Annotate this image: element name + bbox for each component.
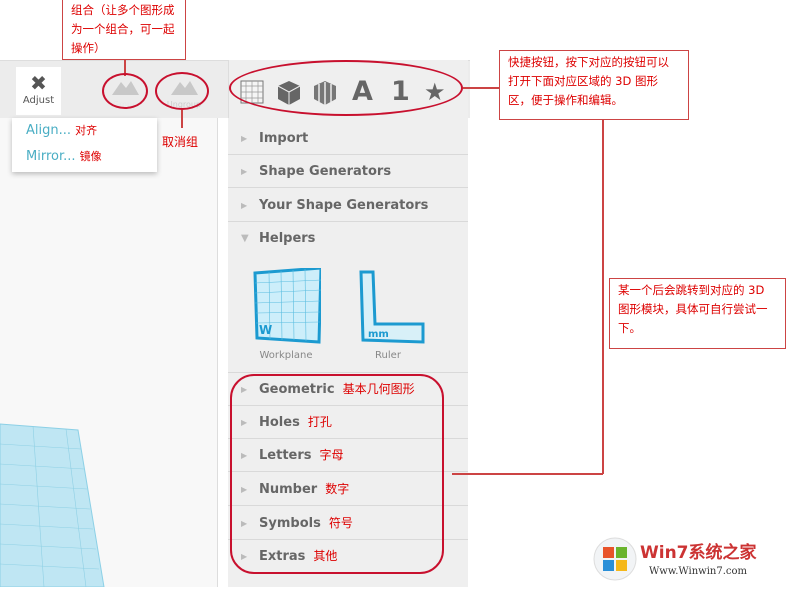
annotation-categories: 某一个后会跳转到对应的 3D 图形模块，具体可自行尝试一下。 [609, 278, 786, 349]
section-import[interactable]: ▶ Import [228, 122, 468, 155]
menu-item-align[interactable]: Align... 对齐 [26, 122, 97, 138]
windows-logo-icon [593, 537, 637, 581]
ruler-helper-icon: mm [359, 270, 425, 344]
highlight-ungroup [155, 72, 209, 110]
highlight-group [102, 73, 148, 109]
annotation-quickbar: 快捷按钮，按下对应的按钮可以打开下面对应区域的 3D 图形区，便于操作和编辑。 [499, 50, 689, 120]
highlight-categories [230, 374, 444, 574]
workplane-helper-icon: W [253, 266, 323, 344]
watermark-logo: Win7系统之家 Www.Winwin7.com [592, 536, 791, 587]
adjust-menu: Align... 对齐 Mirror... 镜像 [12, 118, 157, 172]
adjust-tools-icon: ✖ [30, 71, 47, 95]
highlight-quickbar [229, 60, 463, 116]
workplane-canvas[interactable] [0, 118, 218, 588]
annotation-ungroup: 取消组 [162, 135, 199, 149]
svg-text:W: W [259, 323, 272, 337]
adjust-button[interactable]: ✖ Adjust [16, 67, 61, 115]
expand-arrow-icon: ▶ [241, 201, 248, 210]
annotation-group: 组合（让多个图形成为一个组合，可一起操作） [62, 0, 186, 60]
collapse-arrow-icon: ▼ [241, 233, 249, 244]
section-shape-generators[interactable]: ▶ Shape Generators [228, 155, 468, 188]
expand-arrow-icon: ▶ [241, 167, 248, 176]
section-helpers[interactable]: ▼ Helpers [228, 222, 468, 255]
helper-ruler[interactable]: mm Ruler [348, 268, 428, 368]
menu-item-mirror[interactable]: Mirror... 镜像 [26, 148, 102, 164]
helper-workplane[interactable]: W Workplane [248, 266, 324, 368]
workplane-grid [0, 423, 105, 588]
expand-arrow-icon: ▶ [241, 134, 248, 143]
svg-text:mm: mm [368, 329, 389, 340]
section-your-shape-generators[interactable]: ▶ Your Shape Generators [228, 189, 468, 222]
